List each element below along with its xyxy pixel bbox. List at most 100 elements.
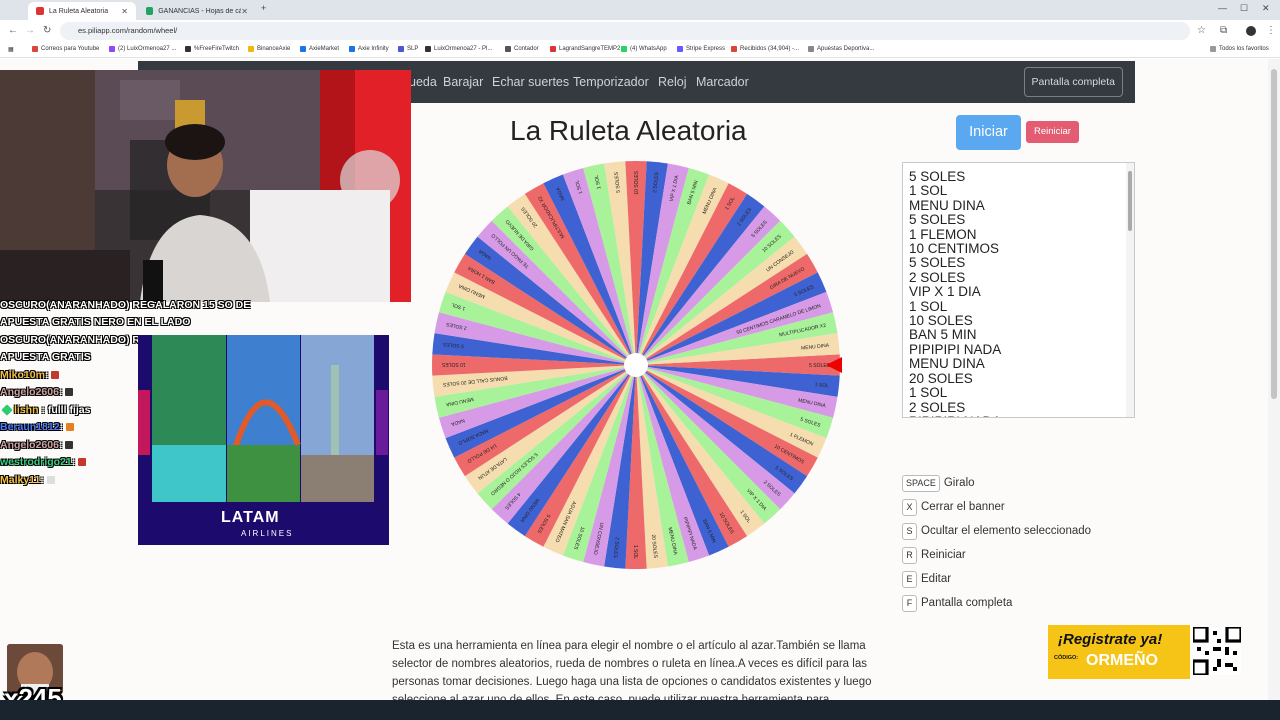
bookmark-item[interactable]: BinanceAxie	[248, 46, 290, 52]
bookmarks-bar: ▦ Correos para Youtube (2) LuixOrmenoa27…	[0, 42, 1280, 58]
bookmark-item[interactable]: AxieMarket	[300, 46, 339, 52]
option-item: 1 SOL	[909, 183, 948, 199]
url-text: es.piliapp.com/random/wheel/	[78, 26, 178, 35]
reload-icon[interactable]: ↻	[43, 25, 51, 36]
page-scrollbar[interactable]	[1268, 59, 1280, 700]
bookmark-label: Apuestas Deportiva...	[817, 46, 875, 52]
bookmark-label: Contador	[514, 46, 539, 52]
bookmark-item[interactable]: Recibidos (34,904) -...	[731, 46, 799, 52]
close-tab-icon[interactable]: ✕	[121, 7, 128, 16]
chat-text: fulll fijas	[47, 403, 91, 416]
chat-username: Beraun1812	[0, 421, 60, 434]
page-scroll-thumb[interactable]	[1271, 69, 1277, 399]
close-tab-icon[interactable]: ✕	[241, 7, 248, 16]
badge-icon	[1, 404, 13, 416]
key-f: F	[902, 594, 917, 612]
option-item: MENU DINA	[909, 197, 985, 213]
promo-code: ORMEÑO	[1086, 652, 1158, 669]
bookmark-icon	[398, 46, 404, 52]
nav-echar-suertes[interactable]: Echar suertes	[492, 75, 569, 89]
bookmark-item[interactable]: Stripe Express	[677, 46, 725, 52]
tab-ganancias[interactable]: GANANCIAS - Hojas de cálculo ✕	[138, 2, 256, 20]
shortcut-label: Reiniciar	[921, 549, 966, 561]
promo-banner[interactable]: ¡Registrate ya! CÓDIGO: ORMEÑO	[1048, 625, 1190, 679]
url-input[interactable]: es.piliapp.com/random/wheel/	[60, 22, 1190, 40]
nav-reloj[interactable]: Reloj	[658, 75, 687, 89]
chat-username: Malky11	[0, 473, 41, 486]
bookmark-icon	[248, 46, 254, 52]
shortcut-r: R Reiniciar	[902, 543, 1091, 567]
bookmark-item[interactable]: %FreeFireTwitch	[185, 46, 239, 52]
bookmark-item[interactable]: LagrandSangreTEMP2	[550, 46, 620, 52]
start-button[interactable]: Iniciar	[956, 115, 1021, 150]
option-item: MENU DINA	[909, 356, 985, 372]
bookmark-icon	[621, 46, 627, 52]
maximize-button[interactable]: ☐	[1240, 3, 1248, 14]
sheets-icon	[146, 7, 154, 15]
bookmark-item[interactable]: SLP	[398, 46, 418, 52]
bookmark-item[interactable]: Contador	[505, 46, 539, 52]
bookmark-item[interactable]: LuixOrmenoa27 - Pl...	[425, 46, 492, 52]
nav-marcador[interactable]: Marcador	[696, 75, 749, 89]
shortcut-label: Editar	[921, 573, 952, 585]
forward-icon[interactable]: →	[25, 25, 35, 36]
browser-tab-bar: La Ruleta Aleatoria ✕ GANANCIAS - Hojas …	[0, 0, 1280, 20]
option-item: 1 SOL	[909, 385, 948, 401]
ad-sub: AIRLINES	[241, 529, 294, 538]
back-icon[interactable]: ←	[8, 25, 18, 36]
chat-username: westrodrigo21	[0, 456, 72, 469]
option-item: 5 SOLES	[909, 212, 966, 228]
fullscreen-button[interactable]: Pantalla completa	[1023, 67, 1123, 97]
all-bookmarks[interactable]: Todos los favoritos	[1210, 46, 1269, 52]
shortcut-label: Pantalla completa	[921, 597, 1013, 609]
screen: La Ruleta Aleatoria ✕ GANANCIAS - Hojas …	[0, 0, 1280, 720]
menu-icon[interactable]: ⋮	[1266, 25, 1276, 36]
latam-ad-banner[interactable]: LATAM AIRLINES	[138, 335, 389, 545]
address-bar: ← → ↻ es.piliapp.com/random/wheel/ ☆ ⧉ ⋮	[0, 20, 1280, 42]
nav-temporizador[interactable]: Temporizador	[573, 75, 649, 89]
bookmark-item[interactable]: (2) LuixOrmenoa27 ...	[109, 46, 176, 52]
qr-code-icon	[1193, 627, 1241, 675]
key-space: SPACE	[902, 474, 940, 492]
bookmark-item[interactable]: Axie Infinity	[349, 46, 389, 52]
profile-avatar[interactable]	[1246, 26, 1256, 36]
apps-icon[interactable]: ▦	[8, 46, 14, 53]
chat-system-line: APUESTA GRATIS NERO EN EL LADO	[0, 316, 191, 329]
page-title: La Ruleta Aleatoria	[510, 115, 747, 146]
bookmark-label: BinanceAxie	[257, 46, 291, 52]
wheel-segment-label: 5 SOLES	[809, 363, 831, 369]
bookmark-icon	[300, 46, 306, 52]
bookmark-item[interactable]: (4) WhatsApp	[621, 46, 667, 52]
shortcut-space: SPACE Giralo	[902, 471, 1091, 495]
chat-username: lishn	[14, 403, 39, 416]
key-s: S	[902, 522, 917, 540]
bookmark-item[interactable]: Correos para Youtube	[32, 46, 99, 52]
option-item: 1 FLEMON	[909, 226, 977, 242]
wheel-segment-label: 10 SOLES	[441, 361, 465, 367]
option-item: BAN 5 MIN	[909, 327, 977, 343]
options-scroll-thumb[interactable]	[1128, 171, 1132, 231]
bookmark-icon	[349, 46, 355, 52]
promo-code-label: CÓDIGO:	[1054, 655, 1079, 661]
minimize-button[interactable]: —	[1218, 3, 1227, 13]
star-icon[interactable]: ☆	[1197, 25, 1206, 36]
chat-username: Angelo2606	[0, 386, 59, 399]
shortcut-x: X Cerrar el banner	[902, 495, 1091, 519]
bookmark-label: (2) LuixOrmenoa27 ...	[118, 46, 177, 52]
close-window-button[interactable]: ✕	[1262, 3, 1270, 14]
roulette-wheel[interactable]: 5 SOLES1 SOLMENU DINA5 SOLES1 FLEMON10 C…	[430, 159, 842, 571]
extensions-icon[interactable]: ⧉	[1220, 25, 1227, 36]
options-textarea[interactable]: 5 SOLES 1 SOL MENU DINA 5 SOLES 1 FLEMON 10 C…	[902, 162, 1135, 418]
new-tab-button[interactable]: +	[261, 3, 266, 13]
option-item: 10 CENTIMOS	[909, 241, 1000, 257]
wheel-segment-label: 1 SOL	[632, 545, 638, 559]
option-item: 10 SOLES	[909, 313, 973, 329]
bookmark-icon	[505, 46, 511, 52]
bookmark-item[interactable]: Apuestas Deportiva...	[808, 46, 874, 52]
reset-button[interactable]: Reiniciar	[1026, 121, 1079, 143]
bookmark-label: Stripe Express	[686, 46, 726, 52]
options-scrollbar[interactable]	[1126, 163, 1134, 417]
emote-icon	[51, 370, 60, 379]
nav-barajar[interactable]: Barajar	[443, 75, 483, 89]
tab-la-ruleta[interactable]: La Ruleta Aleatoria ✕	[28, 2, 136, 20]
